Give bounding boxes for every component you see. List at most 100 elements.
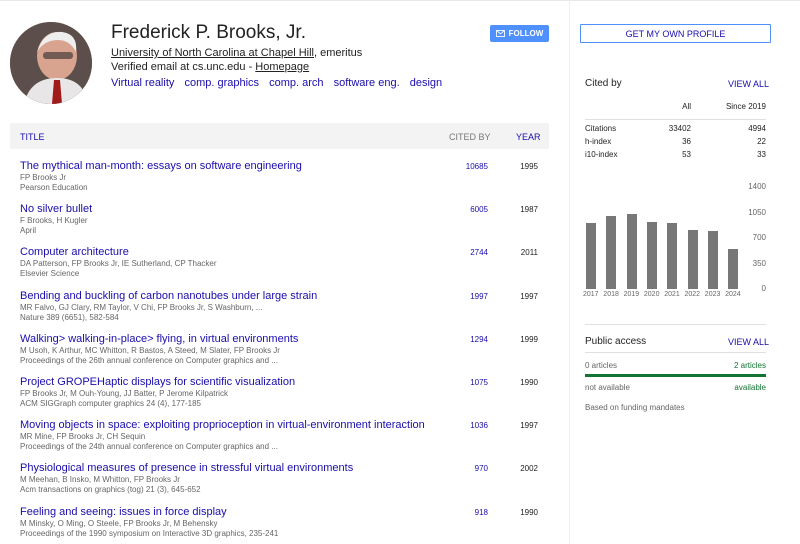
y-tick-label: 700 [752,233,766,242]
y-tick-label: 1400 [748,182,766,191]
research-interests: Virtual reality comp. graphics comp. arc… [111,77,449,89]
article-year: 1990 [520,377,538,387]
article-authors: MR Falvo, GJ Clary, RM Taylor, V Chi, FP… [20,302,263,312]
article-title[interactable]: Moving objects in space: exploiting prop… [20,419,425,431]
homepage-link[interactable]: Homepage [255,61,309,73]
interest-link[interactable]: software eng. [334,77,400,89]
cited-by-count[interactable]: 10685 [466,162,488,171]
cited-by-count[interactable]: 1075 [470,378,488,387]
chart-bar[interactable] [687,229,698,289]
not-available-label: not available [585,383,630,392]
table-header: TITLE CITED BY YEAR [10,123,549,149]
chart-bar[interactable] [606,216,617,289]
get-my-own-profile-button[interactable]: GET MY OWN PROFILE [580,24,771,43]
article-year: 1995 [520,162,538,171]
chart-bar[interactable] [586,222,596,289]
article-year: 1997 [520,291,538,301]
top-divider [0,0,800,1]
cited-by-view-all-link[interactable]: VIEW ALL [728,79,769,89]
article-title[interactable]: Bending and buckling of carbon nanotubes… [20,290,317,302]
article-title[interactable]: Physiological measures of presence in st… [20,462,353,474]
x-tick-label: 2018 [603,291,619,298]
public-access-view-all-link[interactable]: VIEW ALL [728,337,769,347]
follow-label: FOLLOW [508,29,544,38]
stats-row: i10-index 53 33 [585,150,766,163]
article-title[interactable]: Walking> walking-in-place> flying, in vi… [20,333,298,345]
x-tick-label: 2020 [643,291,660,298]
stats-since-value: 22 [757,137,766,146]
stats-label: i10-index [585,150,618,159]
follow-button[interactable]: FOLLOW [490,25,549,42]
profile-name: Frederick P. Brooks, Jr. [111,22,306,43]
col-since-header: Since 2019 [725,102,766,111]
article-year: 1999 [520,334,538,344]
stats-all-value: 33402 [668,124,691,133]
article-authors: FP Brooks Jr [20,173,67,182]
chart-bar[interactable] [728,249,739,289]
x-tick-label: 2024 [725,291,741,298]
avatar [10,22,92,104]
chart-bar[interactable] [646,222,657,289]
x-tick-label: 2021 [664,291,680,298]
article-year: 1987 [520,205,538,215]
chart-bar[interactable] [626,213,637,289]
public-access-unavailable-count: 0 articles [585,361,618,370]
y-tick-label: 0 [761,284,766,293]
funding-mandates-note: Based on funding mandates [585,403,685,412]
stats-divider [585,119,766,120]
article-authors: M Minsky, O Ming, O Steele, FP Brooks Jr… [20,518,218,528]
article-year: 1997 [520,421,538,431]
stats-label: h-index [585,137,612,146]
public-access-available-count[interactable]: 2 articles [734,361,766,370]
cited-by-count[interactable]: 918 [475,508,488,517]
affiliation-suffix: , emeritus [313,47,363,59]
citation-stats-table: All Since 2019 Citations 33402 4994 h-in… [585,102,766,163]
column-divider [569,0,570,544]
stats-since-value: 33 [757,150,766,159]
interest-link[interactable]: comp. graphics [184,77,259,89]
stats-all-value: 36 [682,137,691,146]
article-year: 2011 [520,248,538,258]
article-publication: Nature 389 (6651), 582-584 [20,312,119,322]
interest-link[interactable]: comp. arch [269,77,323,89]
cited-by-count[interactable]: 2744 [470,248,488,257]
article-publication: Proceedings of the 24th annual conferenc… [20,442,278,452]
article-year: 1990 [520,507,538,517]
affiliation-link[interactable]: University of North Carolina at Chapel H… [111,47,314,59]
cited-by-column-header[interactable]: CITED BY [449,132,491,142]
cited-by-count[interactable]: 970 [475,464,488,473]
year-column-header[interactable]: YEAR [516,132,541,142]
cited-by-count[interactable]: 1036 [470,421,488,430]
envelope-icon [495,30,505,37]
article-publication: Proceedings of the 26th annual conferenc… [20,355,278,365]
title-column-header[interactable]: TITLE [20,132,45,142]
stats-header-row: All Since 2019 [585,102,766,115]
table-row: Bending and buckling of carbon nanotubes… [10,280,549,323]
public-access-divider [585,352,766,353]
chart-bar[interactable] [667,222,678,289]
interest-link[interactable]: design [410,77,442,89]
cited-by-count[interactable]: 1997 [470,292,488,301]
chart-bar[interactable] [707,230,718,289]
y-tick-label: 350 [752,258,766,268]
article-authors: M Usoh, K Arthur, MC Whitton, R Bastos, … [20,345,280,355]
stats-row: Citations 33402 4994 [585,124,766,137]
article-title[interactable]: No silver bullet [20,203,92,215]
cited-by-count[interactable]: 6005 [470,205,488,214]
article-publication: Pearson Education [20,183,88,192]
stats-since-value: 4994 [748,124,766,133]
table-row: No silver bullet F Brooks, H Kugler Apri… [10,193,549,236]
interest-link[interactable]: Virtual reality [111,77,174,89]
stats-label: Citations [585,124,617,133]
available-label: available [734,383,766,392]
article-title[interactable]: The mythical man-month: essays on softwa… [20,160,302,172]
verified-email: Verified email at cs.unc.edu - Homepage [111,61,309,73]
article-authors: M Meehan, B Insko, M Whitton, FP Brooks … [20,475,180,485]
article-year: 2002 [520,464,538,474]
cited-by-count[interactable]: 1294 [470,335,488,344]
article-publication: Elsevier Science [20,269,80,279]
table-row: Walking> walking-in-place> flying, in vi… [10,323,549,366]
article-title[interactable]: Computer architecture [20,246,129,258]
article-title[interactable]: Project GROPEHaptic displays for scienti… [20,376,295,388]
article-title[interactable]: Feeling and seeing: issues in force disp… [20,506,227,518]
